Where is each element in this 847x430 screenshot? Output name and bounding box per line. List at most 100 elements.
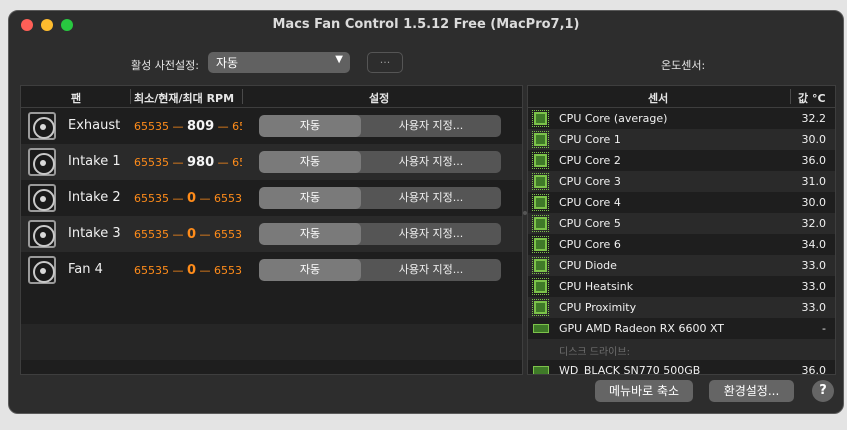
sensor-value: 36.0: [801, 154, 827, 167]
sensor-name: CPU Core 3: [559, 175, 621, 188]
sensor-row[interactable]: CPU Core 2 36.0: [528, 150, 835, 171]
sensor-row[interactable]: CPU Core (average) 32.2: [528, 108, 835, 129]
sensor-group-header: 디스크 드라이브:: [528, 339, 835, 360]
sensor-row[interactable]: CPU Heatsink 33.0: [528, 276, 835, 297]
disk-drive-icon: [533, 366, 549, 374]
cpu-chip-icon: [532, 215, 549, 232]
fan-name: Exhaust: [68, 118, 121, 133]
sensor-name: CPU Core 2: [559, 154, 621, 167]
fan-row[interactable]: Intake 2 65535 — 0 — 65535 자동사용자 지정...: [21, 180, 522, 216]
empty-row: [21, 324, 522, 360]
fan-row[interactable]: Intake 3 65535 — 0 — 65535 자동사용자 지정...: [21, 216, 522, 252]
sensor-value: 31.0: [801, 175, 827, 188]
sensor-row[interactable]: GPU AMD Radeon RX 6600 XT -: [528, 318, 835, 339]
more-options-icon: ···: [379, 56, 391, 69]
fan-mode-control: 자동 사용자 지정...: [259, 115, 501, 137]
fan-table: 팬 최소/현재/최대 RPM 설정 Exhaust 65535 — 809 — 6…: [20, 85, 523, 375]
sensor-name: CPU Core 1: [559, 133, 621, 146]
fan-rpm-readout: 65535 — 809 — 65535: [134, 119, 242, 134]
fan-rpm-readout: 65535 — 0 — 65535: [134, 227, 242, 242]
cpu-chip-icon: [532, 299, 549, 316]
sensor-row[interactable]: CPU Core 4 30.0: [528, 192, 835, 213]
sensor-value: 33.0: [801, 280, 827, 293]
fan-max-rpm: 65535: [232, 156, 242, 169]
sensor-value: 32.0: [801, 217, 827, 230]
settings-column-header[interactable]: 설정: [369, 90, 389, 106]
value-column-header[interactable]: 값 °C: [798, 90, 826, 106]
rpm-separator: —: [172, 120, 184, 133]
auto-mode-button[interactable]: 자동: [259, 187, 361, 209]
sensor-row[interactable]: CPU Core 1 30.0: [528, 129, 835, 150]
window-title: Macs Fan Control 1.5.12 Free (MacPro7,1): [272, 17, 580, 32]
rpm-column-header[interactable]: 최소/현재/최대 RPM: [134, 90, 234, 106]
sensor-value: 33.0: [801, 259, 827, 272]
rpm-separator: —: [217, 156, 229, 169]
minimize-to-menubar-button[interactable]: 메뉴바로 축소: [595, 380, 693, 402]
fan-mode-control: 자동 사용자 지정...: [259, 223, 501, 245]
preferences-button[interactable]: 환경설정...: [709, 380, 794, 402]
sensor-name: CPU Core (average): [559, 112, 668, 125]
fan-row[interactable]: Intake 1 65535 — 980 — 65535 자동사용자 지정...: [21, 144, 522, 180]
fan-icon: [28, 256, 56, 284]
sensor-value: 34.0: [801, 238, 827, 251]
active-preset-label: 활성 사전설정:: [131, 59, 199, 72]
fan-mode-control: 자동 사용자 지정...: [259, 151, 501, 173]
fan-min-rpm: 65535: [134, 192, 169, 205]
fan-current-rpm: 0: [187, 191, 197, 206]
sensor-value: 30.0: [801, 196, 827, 209]
auto-mode-button[interactable]: 자동: [259, 223, 361, 245]
help-button[interactable]: ?: [812, 380, 834, 402]
custom-mode-button[interactable]: 사용자 지정...: [361, 259, 501, 281]
empty-row: [21, 288, 522, 324]
fan-min-rpm: 65535: [134, 264, 169, 277]
preset-dropdown[interactable]: 자동 ▼: [208, 52, 350, 73]
fan-column-header[interactable]: 팬: [71, 90, 81, 106]
sensor-table-header: 센서 값 °C: [528, 86, 835, 108]
sensor-name: CPU Core 6: [559, 238, 621, 251]
sensor-row[interactable]: CPU Core 3 31.0: [528, 171, 835, 192]
sensor-name: CPU Diode: [559, 259, 617, 272]
fan-current-rpm: 809: [187, 119, 215, 134]
sensor-row[interactable]: CPU Core 5 32.0: [528, 213, 835, 234]
auto-mode-button[interactable]: 자동: [259, 115, 361, 137]
sensor-row[interactable]: WD_BLACK SN770 500GB 36.0: [528, 360, 835, 375]
fan-row[interactable]: Fan 4 65535 — 0 — 65535 자동사용자 지정...: [21, 252, 522, 288]
sensor-name: WD_BLACK SN770 500GB: [559, 364, 701, 375]
app-window: Macs Fan Control 1.5.12 Free (MacPro7,1)…: [8, 10, 844, 414]
custom-mode-button[interactable]: 사용자 지정...: [361, 187, 501, 209]
rpm-separator: —: [199, 192, 211, 205]
auto-mode-button[interactable]: 자동: [259, 259, 361, 281]
sensor-column-header[interactable]: 센서: [648, 90, 668, 106]
gpu-card-icon: [533, 324, 549, 333]
fan-row[interactable]: Exhaust 65535 — 809 — 65535 자동사용자 지정...: [21, 108, 522, 144]
fan-icon: [28, 220, 56, 248]
sensor-row[interactable]: CPU Diode 33.0: [528, 255, 835, 276]
custom-mode-button[interactable]: 사용자 지정...: [361, 115, 501, 137]
sensor-name: CPU Proximity: [559, 301, 637, 314]
custom-mode-button[interactable]: 사용자 지정...: [361, 223, 501, 245]
fan-min-rpm: 65535: [134, 156, 169, 169]
sensor-row[interactable]: CPU Proximity 33.0: [528, 297, 835, 318]
preset-options-button[interactable]: ···: [367, 52, 403, 73]
cpu-chip-icon: [532, 278, 549, 295]
custom-mode-button[interactable]: 사용자 지정...: [361, 151, 501, 173]
fan-mode-control: 자동 사용자 지정...: [259, 259, 501, 281]
disk-group-label: 디스크 드라이브:: [559, 347, 630, 358]
fan-mode-control: 자동 사용자 지정...: [259, 187, 501, 209]
sensor-name: CPU Heatsink: [559, 280, 634, 293]
auto-mode-button[interactable]: 자동: [259, 151, 361, 173]
sensor-row[interactable]: CPU Core 6 34.0: [528, 234, 835, 255]
sensor-name: CPU Core 5: [559, 217, 621, 230]
rpm-separator: —: [172, 192, 184, 205]
rpm-separator: —: [199, 264, 211, 277]
sensor-value: 30.0: [801, 133, 827, 146]
cpu-chip-icon: [532, 152, 549, 169]
fan-name: Fan 4: [68, 262, 103, 277]
sensor-value: 32.2: [801, 112, 827, 125]
rpm-separator: —: [199, 228, 211, 241]
fan-name: Intake 3: [68, 226, 121, 241]
sensor-name: GPU AMD Radeon RX 6600 XT: [559, 322, 725, 335]
sensor-table: 센서 값 °C CPU Core (average) 32.2 CPU Core 1…: [527, 85, 836, 375]
rpm-separator: —: [172, 156, 184, 169]
temperature-sensors-label: 온도센서:: [661, 59, 706, 72]
